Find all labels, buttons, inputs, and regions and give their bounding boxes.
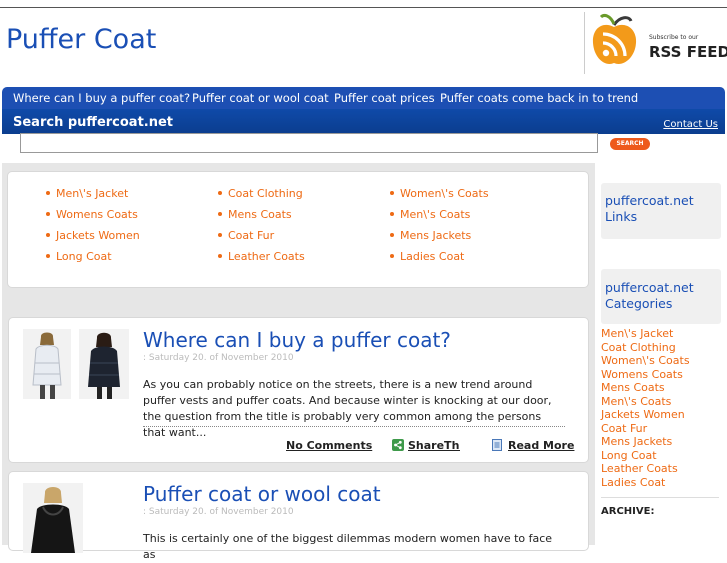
- tag-link[interactable]: Ladies Coat: [390, 250, 464, 263]
- bullet-icon: [46, 191, 50, 195]
- tag-link[interactable]: Coat Clothing: [218, 187, 303, 200]
- tag-cloud: Men\'s Jacket Womens Coats Jackets Women…: [7, 171, 589, 288]
- main-nav: Where can I buy a puffer coat? Puffer co…: [2, 87, 725, 109]
- sidebar-category-link[interactable]: Coat Clothing: [601, 341, 725, 355]
- sharethis-link[interactable]: ShareThis: [392, 439, 460, 452]
- white-coat-model-icon: [23, 329, 71, 399]
- top-rule: [0, 7, 727, 8]
- archive-heading: ARCHIVE:: [601, 506, 655, 517]
- post-excerpt: As you can probably notice on the street…: [143, 378, 552, 439]
- black-coat-model-icon: [23, 483, 83, 553]
- tag-link[interactable]: Jackets Women: [46, 229, 140, 242]
- sidebar-links-heading: puffercoat.net Links: [605, 193, 694, 224]
- tag-label: Mens Jackets: [400, 229, 472, 242]
- comments-link[interactable]: No Comments: [286, 439, 372, 452]
- sidebar-category-link[interactable]: Womens Coats: [601, 368, 725, 382]
- tag-link[interactable]: Mens Jackets: [390, 229, 471, 242]
- bullet-icon: [46, 254, 50, 258]
- tag-label: Jackets Women: [56, 229, 140, 242]
- nav-item-where-to-buy[interactable]: Where can I buy a puffer coat?: [13, 91, 190, 105]
- sidebar-category-link[interactable]: Mens Coats: [601, 381, 725, 395]
- sidebar-divider: [601, 497, 719, 498]
- tag-label: Mens Coats: [228, 208, 292, 221]
- post-date: : Saturday 20. of November 2010: [143, 353, 294, 363]
- bullet-icon: [218, 191, 222, 195]
- share-icon: [392, 439, 404, 451]
- rss-feed-label: RSS FEED: [649, 43, 727, 61]
- bullet-icon: [218, 233, 222, 237]
- bullet-icon: [390, 212, 394, 216]
- rss-subscribe-text: Subscribe to our: [649, 34, 699, 41]
- read-more-link[interactable]: Read More: [492, 439, 574, 452]
- sidebar-category-link[interactable]: Coat Fur: [601, 422, 725, 436]
- tag-label: Men\'s Jacket: [56, 187, 129, 200]
- search-button[interactable]: SEARCH: [610, 138, 650, 150]
- tag-link[interactable]: Men\'s Jacket: [46, 187, 128, 200]
- sidebar-category-link[interactable]: Mens Jackets: [601, 435, 725, 449]
- site-title[interactable]: Puffer Coat: [6, 24, 156, 55]
- bullet-icon: [390, 233, 394, 237]
- tag-label: Ladies Coat: [400, 250, 465, 263]
- post-excerpt: This is certainly one of the biggest dil…: [143, 532, 553, 561]
- sidebar-category-link[interactable]: Men\'s Coats: [601, 395, 725, 409]
- tag-label: Coat Fur: [228, 229, 275, 242]
- post-title[interactable]: Where can I buy a puffer coat?: [143, 328, 451, 352]
- post-date: : Saturday 20. of November 2010: [143, 507, 294, 517]
- post-card: Where can I buy a puffer coat? : Saturda…: [8, 317, 589, 463]
- tag-label: Long Coat: [56, 250, 112, 263]
- nav-item-prices[interactable]: Puffer coat prices: [334, 91, 435, 105]
- tag-link[interactable]: Leather Coats: [218, 250, 305, 263]
- search-input[interactable]: [20, 133, 598, 153]
- post-thumbnail[interactable]: [23, 329, 71, 399]
- bullet-icon: [390, 191, 394, 195]
- bullet-icon: [390, 254, 394, 258]
- sidebar-categories-heading: puffercoat.net Categories: [605, 280, 694, 311]
- tag-link[interactable]: Mens Coats: [218, 208, 292, 221]
- rss-apple-icon: [592, 14, 637, 64]
- rss-feed-banner[interactable]: Subscribe to our RSS FEED: [584, 12, 727, 74]
- tag-label: Men\'s Coats: [400, 208, 471, 221]
- sidebar-category-link[interactable]: Long Coat: [601, 449, 725, 463]
- sharethis-label: ShareThis: [408, 439, 460, 452]
- contact-us-link[interactable]: Contact Us: [663, 119, 718, 130]
- read-more-label: Read More: [508, 439, 575, 452]
- search-bar: Search puffercoat.net Contact Us: [2, 109, 725, 134]
- tag-link[interactable]: Long Coat: [46, 250, 112, 263]
- sidebar-category-list: Men\'s Jacket Coat Clothing Women\'s Coa…: [601, 327, 725, 489]
- sidebar-categories-box: puffercoat.net Categories: [601, 269, 721, 324]
- post-card: Puffer coat or wool coat : Saturday 20. …: [8, 471, 589, 561]
- sidebar-category-link[interactable]: Women\'s Coats: [601, 354, 725, 368]
- post-divider: [143, 426, 565, 427]
- sidebar-category-link[interactable]: Jackets Women: [601, 408, 725, 422]
- document-icon: [492, 439, 502, 451]
- post-thumbnail[interactable]: [23, 483, 83, 553]
- tag-link[interactable]: Men\'s Coats: [390, 208, 470, 221]
- sidebar-links-box: puffercoat.net Links: [601, 183, 721, 239]
- black-coat-model-icon: [79, 329, 129, 399]
- bullet-icon: [218, 254, 222, 258]
- sidebar-category-link[interactable]: Men\'s Jacket: [601, 327, 725, 341]
- bullet-icon: [46, 233, 50, 237]
- post-title[interactable]: Puffer coat or wool coat: [143, 482, 381, 506]
- tag-label: Women\'s Coats: [400, 187, 489, 200]
- tag-label: Womens Coats: [56, 208, 138, 221]
- bullet-icon: [46, 212, 50, 216]
- tag-label: Coat Clothing: [228, 187, 303, 200]
- sidebar-category-link[interactable]: Ladies Coat: [601, 476, 725, 490]
- search-heading: Search puffercoat.net: [13, 115, 174, 130]
- tag-link[interactable]: Coat Fur: [218, 229, 274, 242]
- bullet-icon: [218, 212, 222, 216]
- tag-label: Leather Coats: [228, 250, 305, 263]
- nav-item-back-in-trend[interactable]: Puffer coats come back in to trend: [440, 91, 638, 105]
- nav-item-puffer-vs-wool[interactable]: Puffer coat or wool coat: [192, 91, 329, 105]
- sidebar-category-link[interactable]: Leather Coats: [601, 462, 725, 476]
- tag-link[interactable]: Women\'s Coats: [390, 187, 489, 200]
- post-thumbnail[interactable]: [79, 329, 129, 399]
- tag-link[interactable]: Womens Coats: [46, 208, 138, 221]
